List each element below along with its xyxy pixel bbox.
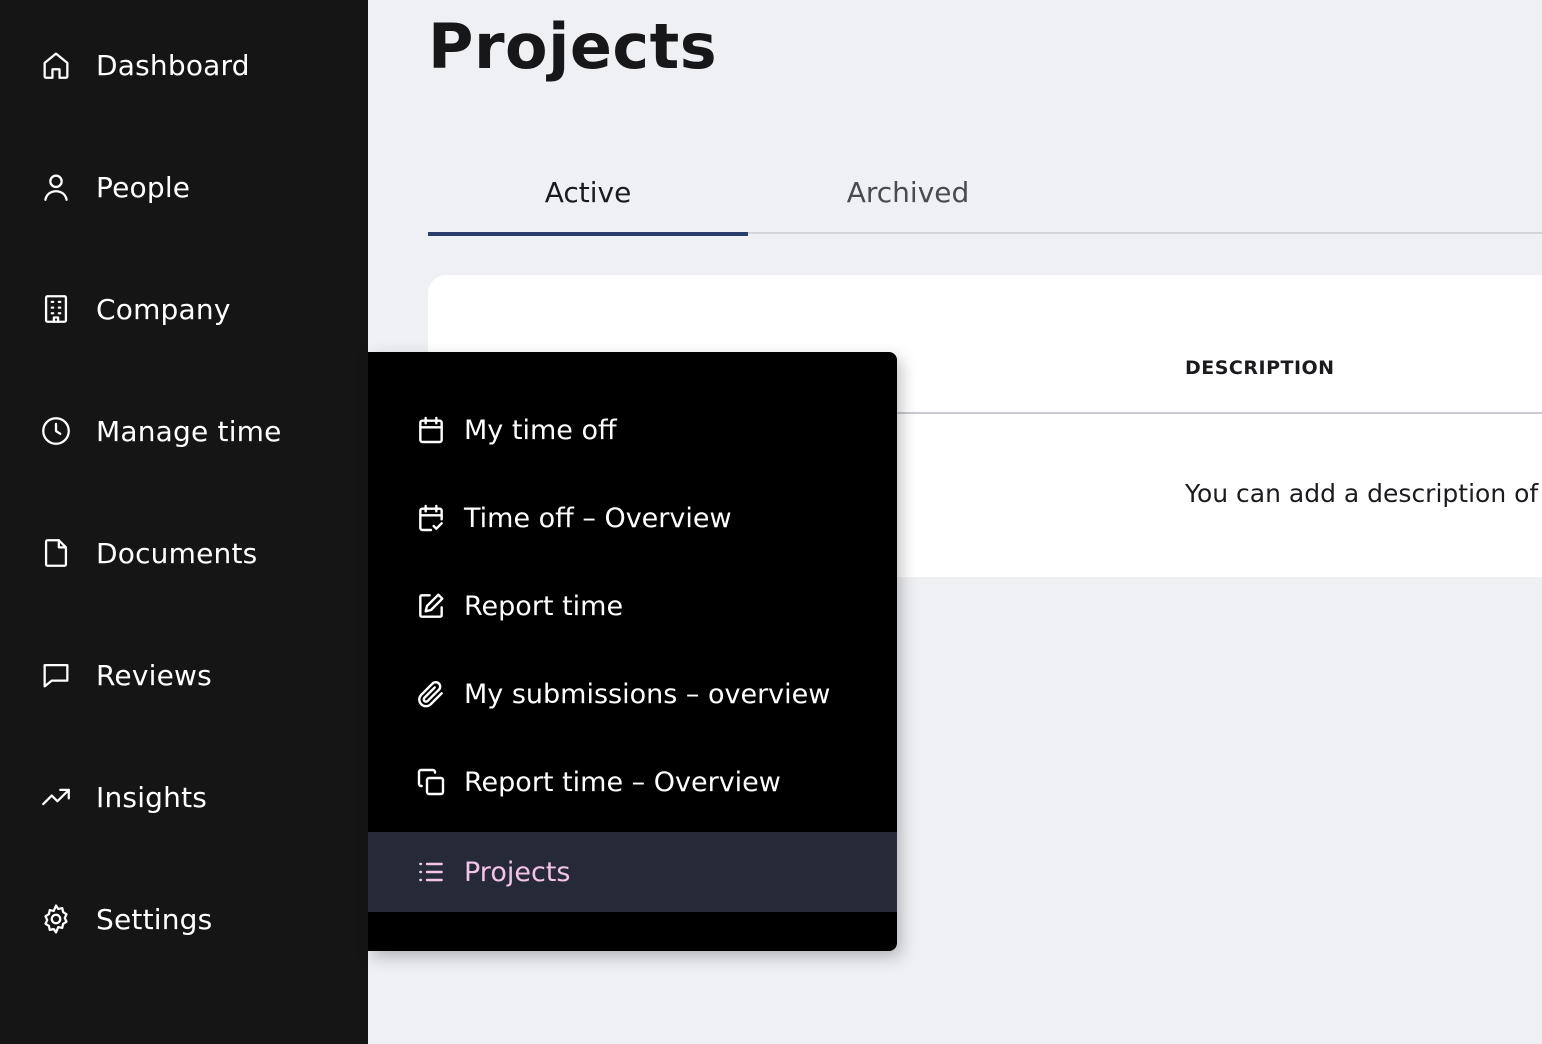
menu-item-label: Time off – Overview	[464, 502, 732, 534]
menu-item-time-off-overview[interactable]: Time off – Overview	[368, 478, 897, 558]
sidebar-item-manage-time[interactable]: Manage time	[0, 401, 368, 461]
sidebar-item-label: Documents	[96, 536, 258, 570]
gear-icon	[38, 901, 74, 937]
list-icon	[414, 855, 448, 889]
menu-item-report-time-overview[interactable]: Report time – Overview	[368, 742, 897, 822]
copy-icon	[414, 765, 448, 799]
chat-icon	[38, 657, 74, 693]
user-icon	[38, 169, 74, 205]
tab-active[interactable]: Active	[428, 150, 748, 236]
menu-item-label: My time off	[464, 414, 617, 446]
clock-icon	[38, 413, 74, 449]
tab-archived[interactable]: Archived	[748, 150, 1068, 234]
sidebar-item-company[interactable]: Company	[0, 279, 368, 339]
table-cell-description: You can add a description of	[1185, 479, 1539, 508]
sidebar: Dashboard People Company Manage time Doc…	[0, 0, 368, 1044]
sidebar-item-label: Company	[96, 292, 231, 326]
sidebar-item-label: Reviews	[96, 658, 212, 692]
sidebar-item-label: Manage time	[96, 414, 282, 448]
column-header-description[interactable]: DESCRIPTION	[1185, 357, 1335, 379]
menu-item-label: Report time – Overview	[464, 766, 781, 798]
page-title: Projects	[428, 10, 718, 83]
sidebar-item-reviews[interactable]: Reviews	[0, 645, 368, 705]
sidebar-item-label: Dashboard	[96, 48, 250, 82]
paperclip-icon	[414, 677, 448, 711]
building-icon	[38, 291, 74, 327]
menu-item-my-submissions-overview[interactable]: My submissions – overview	[368, 654, 897, 734]
menu-item-label: Projects	[464, 856, 571, 888]
edit-icon	[414, 589, 448, 623]
sidebar-item-documents[interactable]: Documents	[0, 523, 368, 583]
menu-item-label: My submissions – overview	[464, 678, 831, 710]
sidebar-item-people[interactable]: People	[0, 157, 368, 217]
menu-item-label: Report time	[464, 590, 624, 622]
document-icon	[38, 535, 74, 571]
manage-time-submenu: My time off Time off – Overview Report t…	[368, 352, 897, 951]
trending-up-icon	[38, 779, 74, 815]
sidebar-item-label: People	[96, 170, 191, 204]
sidebar-item-dashboard[interactable]: Dashboard	[0, 35, 368, 95]
calendar-check-icon	[414, 501, 448, 535]
sidebar-item-label: Insights	[96, 780, 208, 814]
calendar-icon	[414, 413, 448, 447]
sidebar-item-label: Settings	[96, 902, 213, 936]
menu-item-report-time[interactable]: Report time	[368, 566, 897, 646]
sidebar-item-settings[interactable]: Settings	[0, 889, 368, 949]
home-icon	[38, 47, 74, 83]
menu-item-my-time-off[interactable]: My time off	[368, 390, 897, 470]
tab-bar: Active Archived	[428, 150, 1542, 236]
menu-item-projects[interactable]: Projects	[368, 832, 897, 912]
sidebar-item-insights[interactable]: Insights	[0, 767, 368, 827]
